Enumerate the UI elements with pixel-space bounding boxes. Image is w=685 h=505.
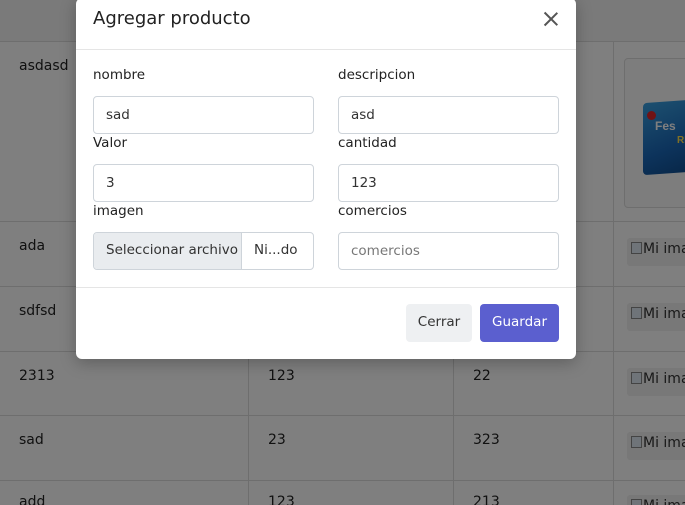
nombre-input[interactable]: sad (93, 96, 314, 134)
modal-footer: Cerrar Guardar (76, 287, 576, 359)
imagen-label: imagen (93, 203, 144, 219)
valor-label: Valor (93, 135, 128, 151)
cantidad-label: cantidad (338, 135, 397, 151)
cantidad-input[interactable]: 123 (338, 164, 559, 202)
modal-title: Agregar producto (93, 8, 251, 29)
close-button[interactable]: Cerrar (406, 304, 472, 342)
save-button[interactable]: Guardar (480, 304, 559, 342)
add-product-modal: Agregar producto nombre sad descripcion … (76, 0, 576, 359)
imagen-file-input[interactable]: Seleccionar archivo Ni...do (93, 232, 314, 270)
comercios-input[interactable]: comercios (338, 232, 559, 270)
descripcion-input[interactable]: asd (338, 96, 559, 134)
nombre-label: nombre (93, 67, 146, 83)
comercios-label: comercios (338, 203, 407, 219)
valor-input[interactable]: 3 (93, 164, 314, 202)
select-file-button[interactable]: Seleccionar archivo (94, 233, 242, 269)
file-name-text: Ni...do (254, 242, 298, 258)
close-icon[interactable] (540, 8, 562, 30)
modal-header: Agregar producto (76, 0, 576, 50)
descripcion-label: descripcion (338, 67, 416, 83)
